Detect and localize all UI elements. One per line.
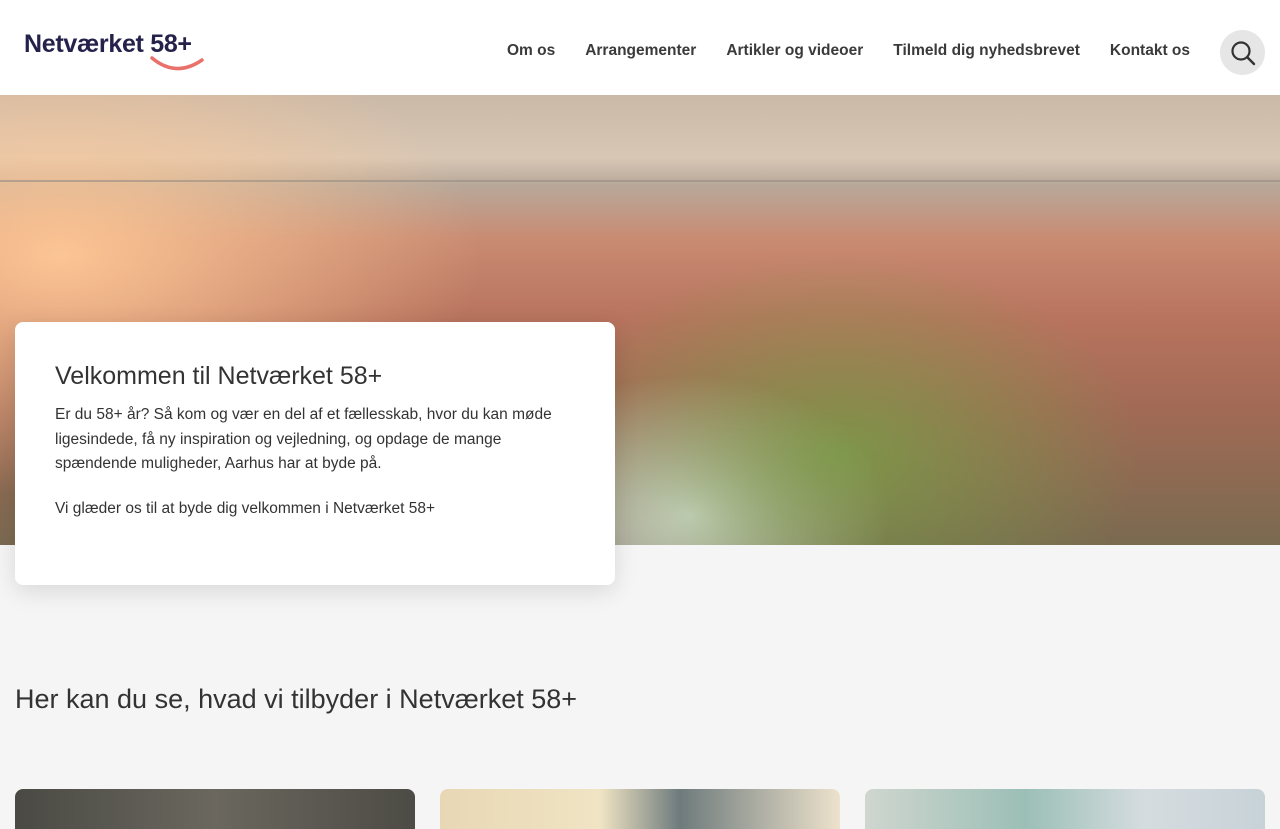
nav-arrangementer[interactable]: Arrangementer (585, 42, 696, 60)
offer-card-3[interactable] (865, 789, 1265, 829)
nav-om-os[interactable]: Om os (507, 42, 555, 60)
main-nav: Om os Arrangementer Artikler og videoer … (507, 42, 1190, 60)
nav-artikler[interactable]: Artikler og videoer (726, 42, 863, 60)
site-header: Netværket 58+ Om os Arrangementer Artikl… (0, 0, 1280, 95)
nav-kontakt[interactable]: Kontakt os (1110, 42, 1190, 60)
welcome-card: Velkommen til Netværket 58+ Er du 58+ år… (15, 322, 615, 585)
welcome-title: Velkommen til Netværket 58+ (55, 362, 383, 390)
search-icon (1230, 40, 1255, 65)
logo-text: Netværket 58+ (24, 30, 192, 58)
logo[interactable]: Netværket 58+ (24, 30, 204, 74)
welcome-closing: Vi glæder os til at byde dig velkommen i… (55, 499, 436, 517)
logo-smile-icon (150, 56, 204, 71)
offers-title: Her kan du se, hvad vi tilbyder i Netvær… (15, 684, 578, 714)
horizon (0, 180, 1280, 182)
search-button[interactable] (1220, 30, 1265, 75)
welcome-body: Er du 58+ år? Så kom og vær en del af et… (55, 406, 552, 472)
offer-card-2[interactable] (440, 789, 840, 829)
nav-nyhedsbrev[interactable]: Tilmeld dig nyhedsbrevet (893, 42, 1080, 60)
offer-card-1[interactable] (15, 789, 415, 829)
